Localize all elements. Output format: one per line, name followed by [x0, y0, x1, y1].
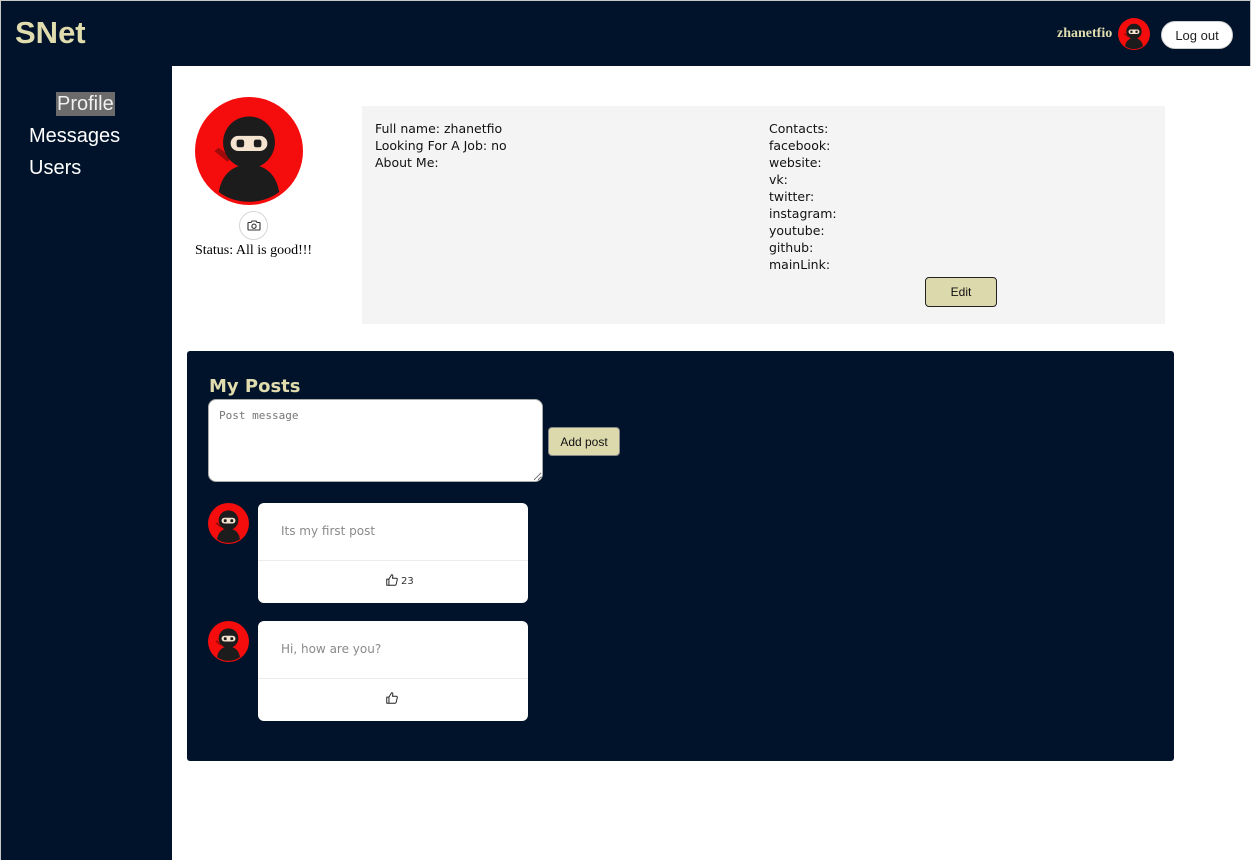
post-message-input[interactable] — [208, 399, 543, 482]
post-card: Its my first post 23 — [258, 503, 528, 603]
contact-github: github: — [769, 240, 814, 255]
like-button[interactable]: 23 — [385, 573, 414, 587]
full-name: Full name: zhanetfio — [375, 121, 503, 136]
profile-info-panel: Full name: zhanetfio Looking For A Job: … — [362, 106, 1165, 324]
add-post-button[interactable]: Add post — [548, 427, 620, 456]
post-item: Hi, how are you? — [208, 621, 528, 721]
post-card: Hi, how are you? — [258, 621, 528, 721]
profile-details: Full name: zhanetfio Looking For A Job: … — [375, 120, 507, 171]
thumbs-up-icon — [385, 691, 399, 705]
post-divider — [258, 678, 528, 679]
posts-title: My Posts — [209, 376, 301, 397]
my-posts-panel: My Posts Add post Its my first post 23 H… — [187, 351, 1174, 761]
looking-for-job: Looking For A Job: no — [375, 138, 507, 153]
sidebar: Profile Messages Users — [0, 66, 172, 860]
profile-status[interactable]: Status: All is good!!! — [195, 243, 312, 259]
post-avatar-icon — [208, 503, 249, 544]
about-me: About Me: — [375, 155, 439, 170]
post-avatar-icon — [208, 621, 249, 662]
logout-button[interactable]: Log out — [1161, 21, 1233, 49]
contact-instagram: instagram: — [769, 206, 837, 221]
contact-mainlink: mainLink: — [769, 257, 831, 272]
sidebar-item-messages[interactable]: Messages — [29, 124, 120, 148]
contact-twitter: twitter: — [769, 189, 815, 204]
edit-profile-button[interactable]: Edit — [925, 277, 997, 307]
contacts-list: Contacts: facebook: website: vk: twitter… — [769, 120, 837, 273]
sidebar-item-profile[interactable]: Profile — [56, 92, 115, 116]
like-button[interactable] — [385, 691, 401, 705]
upload-photo-button[interactable] — [239, 211, 268, 240]
app-logo[interactable]: SNet — [15, 15, 86, 51]
contact-website: website: — [769, 155, 822, 170]
login-username: zhanetfio — [1057, 26, 1113, 41]
post-text: Hi, how are you? — [281, 642, 382, 656]
contact-vk: vk: — [769, 172, 788, 187]
camera-icon — [246, 220, 261, 231]
user-avatar-icon[interactable] — [1118, 18, 1150, 50]
post-divider — [258, 560, 528, 561]
contact-youtube: youtube: — [769, 223, 825, 238]
thumbs-up-icon — [385, 573, 399, 587]
profile-avatar-icon — [195, 97, 303, 205]
contacts-title: Contacts: — [769, 121, 829, 136]
post-text: Its my first post — [281, 524, 376, 538]
sidebar-item-users[interactable]: Users — [29, 156, 81, 180]
like-count: 23 — [401, 576, 414, 587]
contact-facebook: facebook: — [769, 138, 831, 153]
header: SNet zhanetfio Log out — [0, 0, 1251, 66]
post-item: Its my first post 23 — [208, 503, 528, 603]
